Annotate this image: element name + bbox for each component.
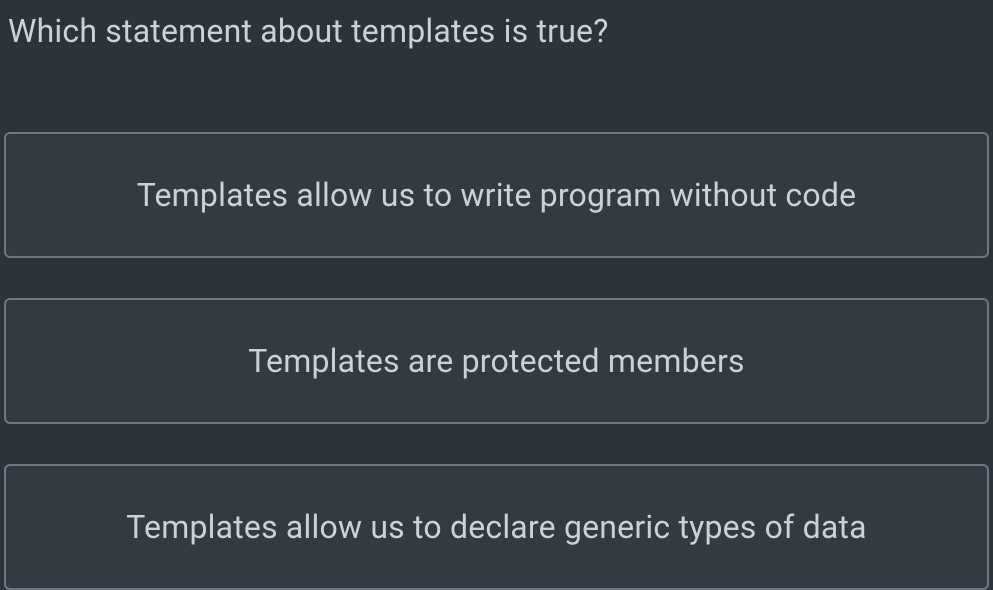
option-label: Templates are protected members [248, 342, 744, 380]
options-container: Templates allow us to write program with… [0, 132, 993, 590]
option-label: Templates allow us to declare generic ty… [126, 508, 866, 546]
option-label: Templates allow us to write program with… [137, 176, 857, 214]
question-text: Which statement about templates is true? [0, 0, 993, 50]
option-button-3[interactable]: Templates allow us to declare generic ty… [4, 464, 989, 590]
option-button-1[interactable]: Templates allow us to write program with… [4, 132, 989, 258]
option-button-2[interactable]: Templates are protected members [4, 298, 989, 424]
